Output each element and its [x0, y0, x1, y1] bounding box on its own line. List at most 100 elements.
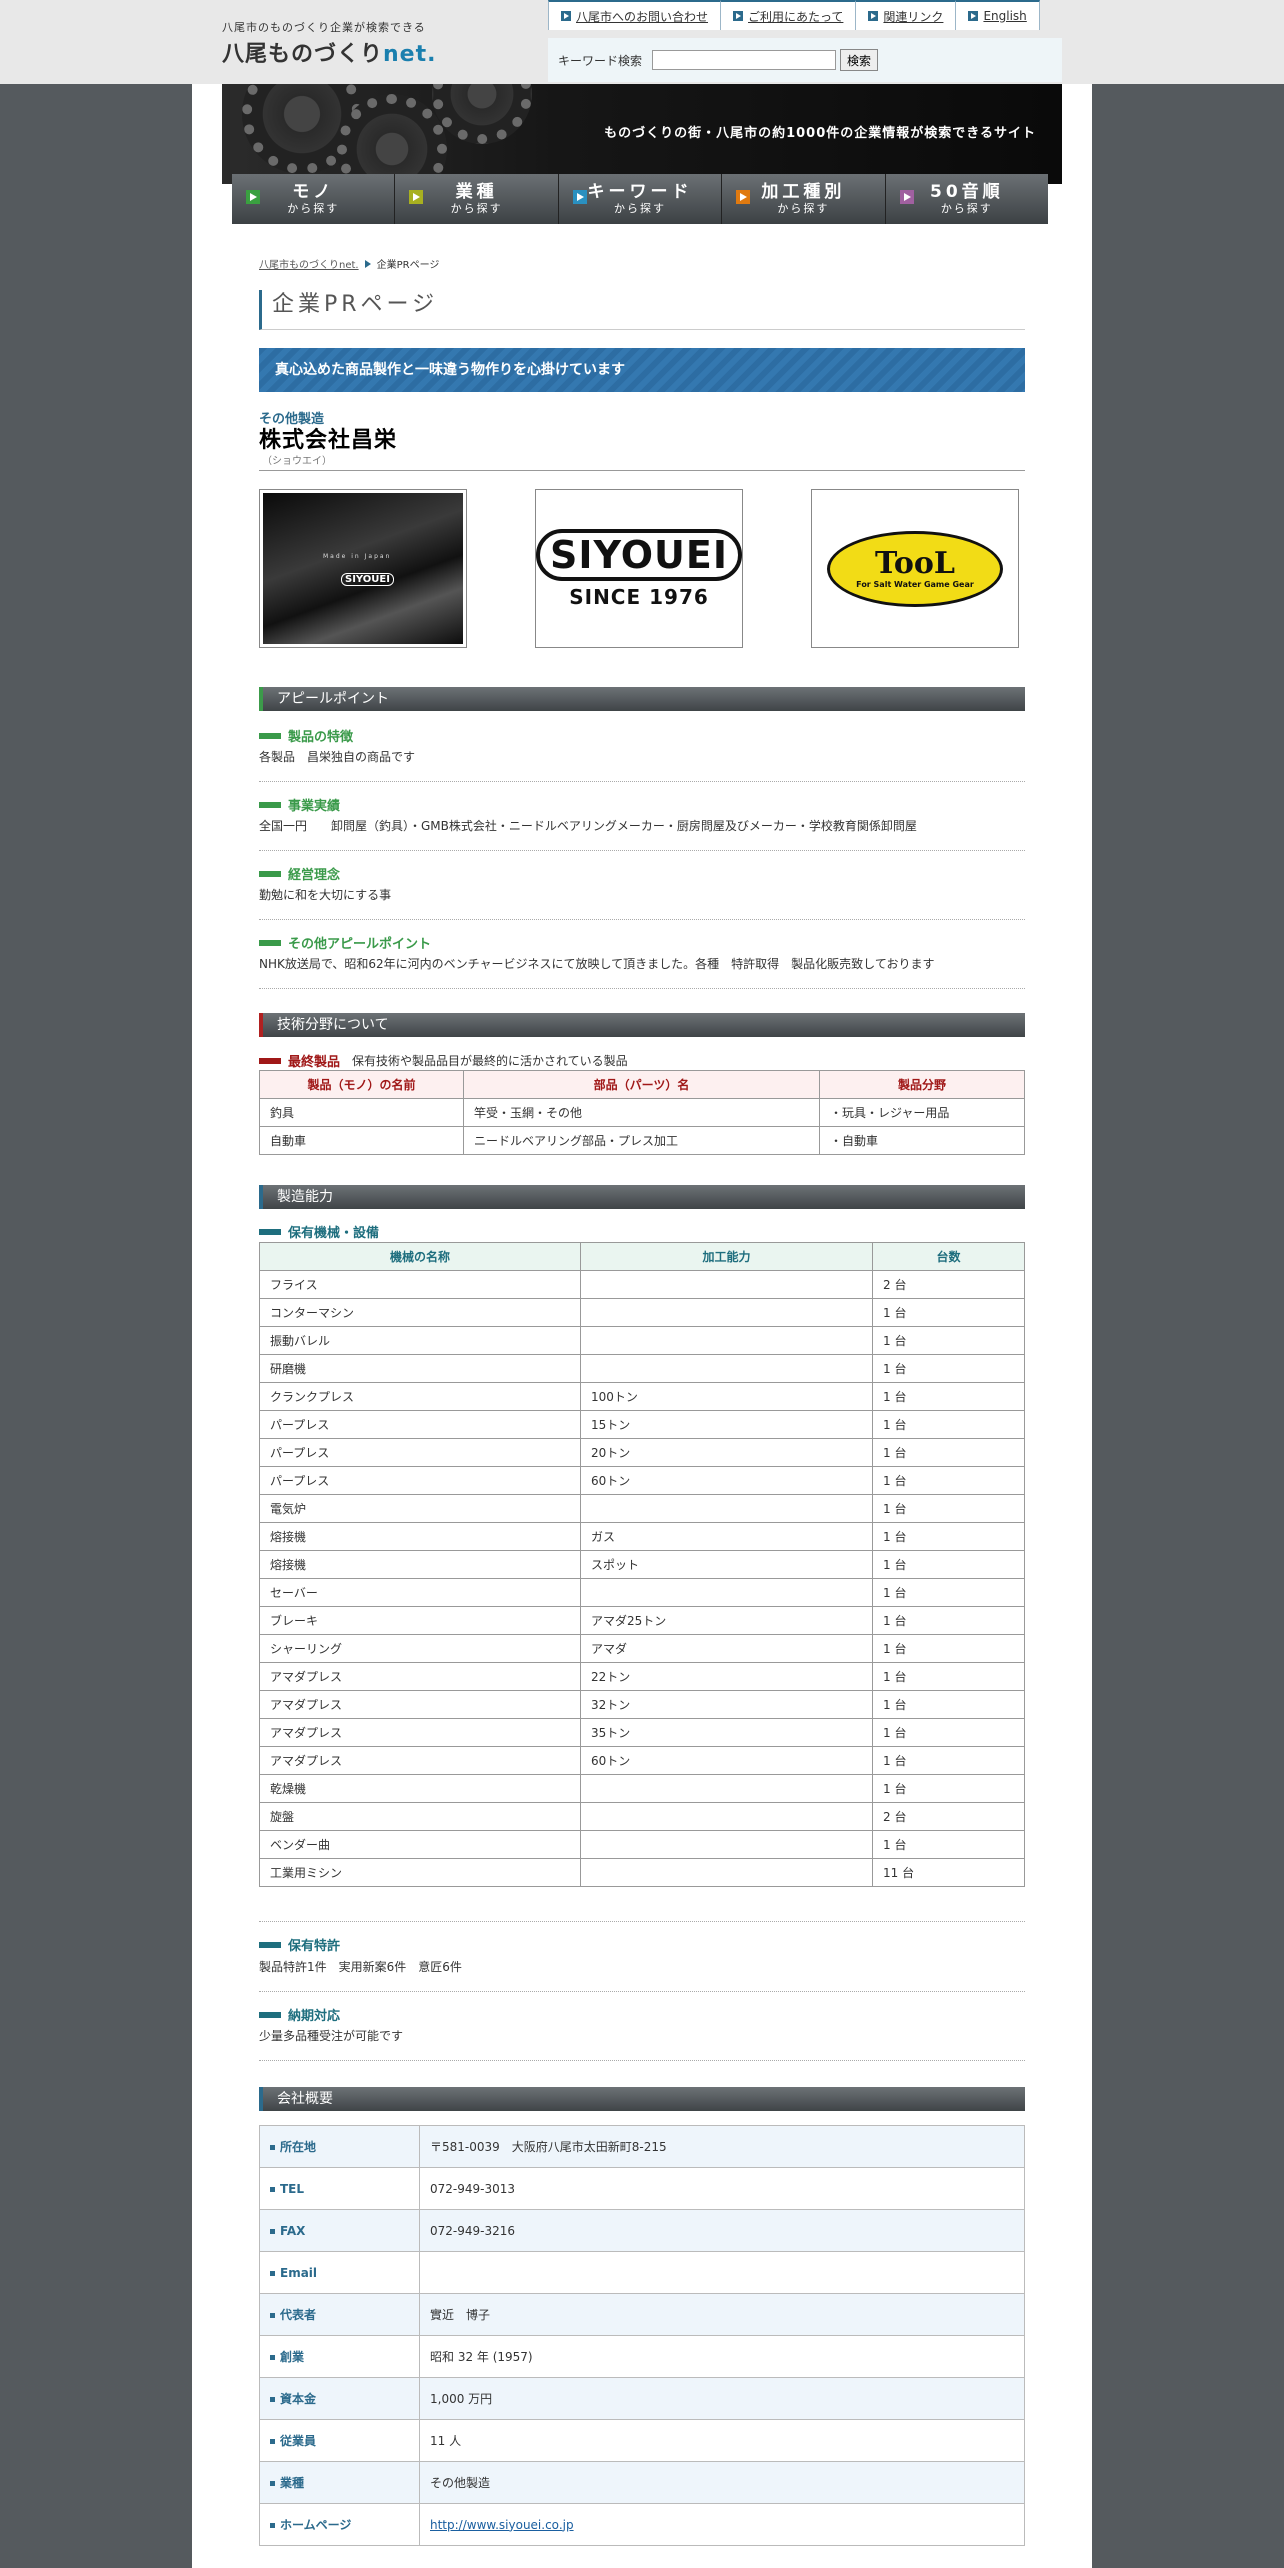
- subheading-philosophy: 経営理念: [259, 864, 340, 883]
- table-cell: [580, 1774, 873, 1803]
- overview-row: 業種 その他製造: [259, 2461, 1025, 2504]
- table-row: ブレーキ アマダ25トン 1 台: [259, 1606, 1025, 1635]
- banner-text: ものづくりの街・八尾市の約1000件の企業情報が検索できるサイト: [604, 126, 1036, 141]
- table-cell: 1 台: [872, 1830, 1025, 1859]
- table-cell: 22トン: [580, 1662, 873, 1691]
- logo-tagline: 八尾市のものづくり企業が検索できる: [222, 21, 426, 34]
- overview-value: その他製造: [419, 2461, 1025, 2504]
- search-input[interactable]: [652, 50, 837, 70]
- bar-icon: [259, 2011, 281, 2018]
- table-cell: 1 台: [872, 1466, 1025, 1495]
- table-cell: パープレス: [259, 1466, 581, 1495]
- table-row: パープレス 15トン 1 台: [259, 1410, 1025, 1439]
- table-cell: 1 台: [872, 1774, 1025, 1803]
- overview-value: 昭和 32 年 (1957): [419, 2335, 1025, 2378]
- table-row: 熔接機 スポット 1 台: [259, 1550, 1025, 1579]
- table-cell: 1 台: [872, 1326, 1025, 1355]
- table-cell: 研磨機: [259, 1354, 581, 1383]
- table-row: アマダプレス 60トン 1 台: [259, 1746, 1025, 1775]
- overview-value: 072-949-3013: [419, 2167, 1025, 2210]
- table-row: 熔接機 ガス 1 台: [259, 1522, 1025, 1551]
- link-related[interactable]: 関連リンク: [855, 0, 956, 30]
- arrow-icon: [561, 11, 571, 21]
- table-row: セーバー 1 台: [259, 1578, 1025, 1607]
- table-cell: シャーリング: [259, 1634, 581, 1663]
- patent-text: 製品特許1件 実用新案6件 意匠6件: [259, 1960, 462, 1974]
- table-cell: コンターマシン: [259, 1298, 581, 1327]
- link-terms[interactable]: ご利用にあたって: [720, 0, 856, 30]
- nav-mono[interactable]: モノ から探す: [232, 174, 396, 224]
- divider: [259, 988, 1025, 989]
- table-cell: [580, 1354, 873, 1383]
- table-cell: 1 台: [872, 1382, 1025, 1411]
- table-cell: 熔接機: [259, 1550, 581, 1579]
- arrow-icon: [409, 190, 424, 204]
- link-english[interactable]: English: [955, 0, 1040, 30]
- keyword-search: キーワード検索 検索: [548, 38, 1062, 82]
- product-photo-2: SIYOUEI SINCE 1976: [535, 489, 743, 648]
- bar-icon: [259, 801, 281, 808]
- table-cell: ガス: [580, 1522, 873, 1551]
- table-cell: [580, 1494, 873, 1523]
- table-cell: 1 台: [872, 1410, 1025, 1439]
- table-cell: 60トン: [580, 1466, 873, 1495]
- overview-row: 所在地 〒581-0039 大阪府八尾市太田新町8-215: [259, 2125, 1025, 2168]
- table-row: 釣具 竿受・玉網・その他 ・玩具・レジャー用品: [259, 1098, 1025, 1127]
- search-button[interactable]: 検索: [840, 49, 879, 71]
- overview-value: [419, 2251, 1025, 2294]
- breadcrumb-home[interactable]: 八尾市ものづくりnet.: [259, 260, 359, 271]
- nav-industry[interactable]: 業種 から探す: [395, 174, 559, 224]
- overview-row: 資本金 1,000 万円: [259, 2377, 1025, 2420]
- overview-row: 創業 昭和 32 年 (1957): [259, 2335, 1025, 2378]
- company-kana: （ショウエイ）: [262, 456, 332, 467]
- track-record-text: 全国一円 卸問屋（釣具）・GMB株式会社・ニードルベアリングメーカー・厨房問屋及…: [259, 819, 917, 833]
- link-contact[interactable]: 八尾市へのお問い合わせ: [548, 0, 721, 30]
- table-cell: アマダプレス: [259, 1746, 581, 1775]
- overview-label: 代表者: [259, 2293, 420, 2336]
- site-logo[interactable]: 八尾ものづくりnet.: [222, 36, 436, 68]
- table-row: 乾燥機 1 台: [259, 1774, 1025, 1803]
- table-cell: 1 台: [872, 1438, 1025, 1467]
- main-nav: モノ から探す 業種 から探す キーワード から探す 加工種別 から探す 50音順 から探…: [232, 174, 1049, 224]
- section-overview: 会社概要: [259, 2087, 1025, 2111]
- table-cell: アマダ: [580, 1634, 873, 1663]
- nav-keyword[interactable]: キーワード から探す: [558, 174, 723, 224]
- table-header-row: 製品（モノ）の名前 部品（パーツ）名 製品分野: [259, 1070, 1025, 1099]
- since-text: SINCE 1976: [569, 584, 709, 609]
- overview-row: 従業員 11 人: [259, 2419, 1025, 2462]
- overview-row: ホームページ http://www.siyouei.co.jp: [259, 2503, 1025, 2546]
- table-cell: 1 台: [872, 1606, 1025, 1635]
- table-cell: 1 台: [872, 1634, 1025, 1663]
- table-cell: 100トン: [580, 1382, 873, 1411]
- breadcrumb-current: 企業PRページ: [376, 260, 440, 271]
- divider: [259, 1921, 1025, 1922]
- table-cell: [580, 1298, 873, 1327]
- table-row: 自動車 ニードルベアリング部品・プレス加工 ・自動車: [259, 1126, 1025, 1155]
- table-row: アマダプレス 32トン 1 台: [259, 1690, 1025, 1719]
- table-cell: 1 台: [872, 1718, 1025, 1747]
- divider: [259, 781, 1025, 782]
- nav-aiueo[interactable]: 50音順 から探す: [885, 174, 1049, 224]
- overview-label: ホームページ: [259, 2503, 420, 2546]
- table-row: アマダプレス 22トン 1 台: [259, 1662, 1025, 1691]
- divider: [259, 919, 1025, 920]
- subheading-patent: 保有特許: [259, 1935, 340, 1954]
- table-cell: フライス: [259, 1270, 581, 1299]
- overview-row: FAX 072-949-3216: [259, 2209, 1025, 2252]
- table-cell: 1 台: [872, 1298, 1025, 1327]
- homepage-link[interactable]: http://www.siyouei.co.jp: [430, 2518, 574, 2532]
- overview-value: 實近 博子: [419, 2293, 1025, 2336]
- overview-value: http://www.siyouei.co.jp: [419, 2503, 1025, 2546]
- overview-label: TEL: [259, 2167, 420, 2210]
- subheading-other-appeal: その他アピールポイント: [259, 933, 431, 952]
- nav-process[interactable]: 加工種別 から探す: [722, 174, 886, 224]
- logo-net: net.: [383, 42, 437, 67]
- siyouei-small-logo: SIYOUEI: [341, 573, 394, 586]
- product-photo-1: Made in Japan SIYOUEI: [259, 489, 467, 648]
- table-cell: 1 台: [872, 1746, 1025, 1775]
- table-cell: アマダ25トン: [580, 1606, 873, 1635]
- table-cell: [580, 1858, 873, 1887]
- overview-label: 業種: [259, 2461, 420, 2504]
- table-cell: アマダプレス: [259, 1690, 581, 1719]
- catch-copy: 真心込めた商品製作と一味違う物作りを心掛けています: [259, 348, 1025, 392]
